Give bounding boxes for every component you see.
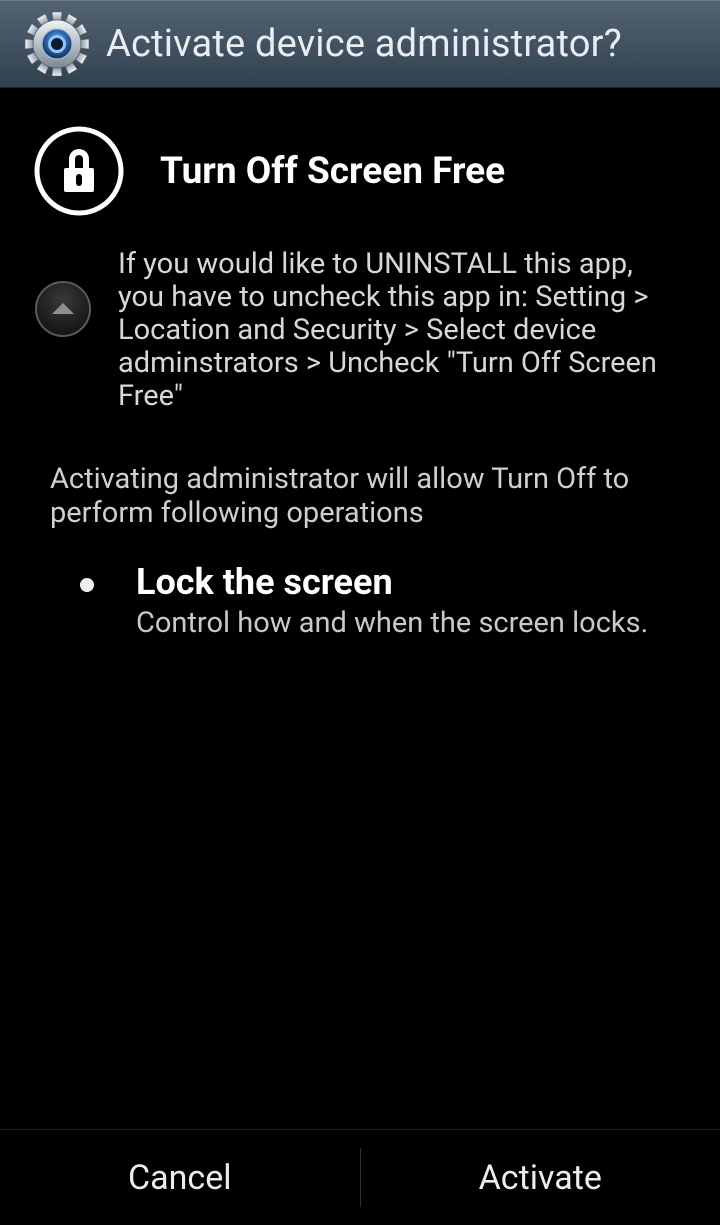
collapse-up-icon[interactable] <box>34 280 92 338</box>
uninstall-note-text: If you would like to UNINSTALL this app,… <box>118 248 676 413</box>
explanation-text: Activating administrator will allow Turn… <box>0 413 720 530</box>
activate-button[interactable]: Activate <box>361 1130 720 1225</box>
permission-description: Control how and when the screen locks. <box>136 606 648 640</box>
permission-item: Lock the screen Control how and when the… <box>0 530 720 640</box>
dialog-content: Turn Off Screen Free If you would like t… <box>0 88 720 1129</box>
permission-title: Lock the screen <box>136 564 648 602</box>
dialog-header: Activate device administrator? <box>0 0 720 88</box>
uninstall-note-row: If you would like to UNINSTALL this app,… <box>0 242 720 413</box>
app-name: Turn Off Screen Free <box>160 150 505 193</box>
button-bar: Cancel Activate <box>0 1129 720 1225</box>
gear-icon <box>24 11 90 77</box>
dialog-title: Activate device administrator? <box>106 22 622 66</box>
bullet-icon <box>80 578 94 592</box>
app-header-row: Turn Off Screen Free <box>0 88 720 242</box>
lock-icon <box>34 126 124 216</box>
cancel-button[interactable]: Cancel <box>0 1130 360 1225</box>
